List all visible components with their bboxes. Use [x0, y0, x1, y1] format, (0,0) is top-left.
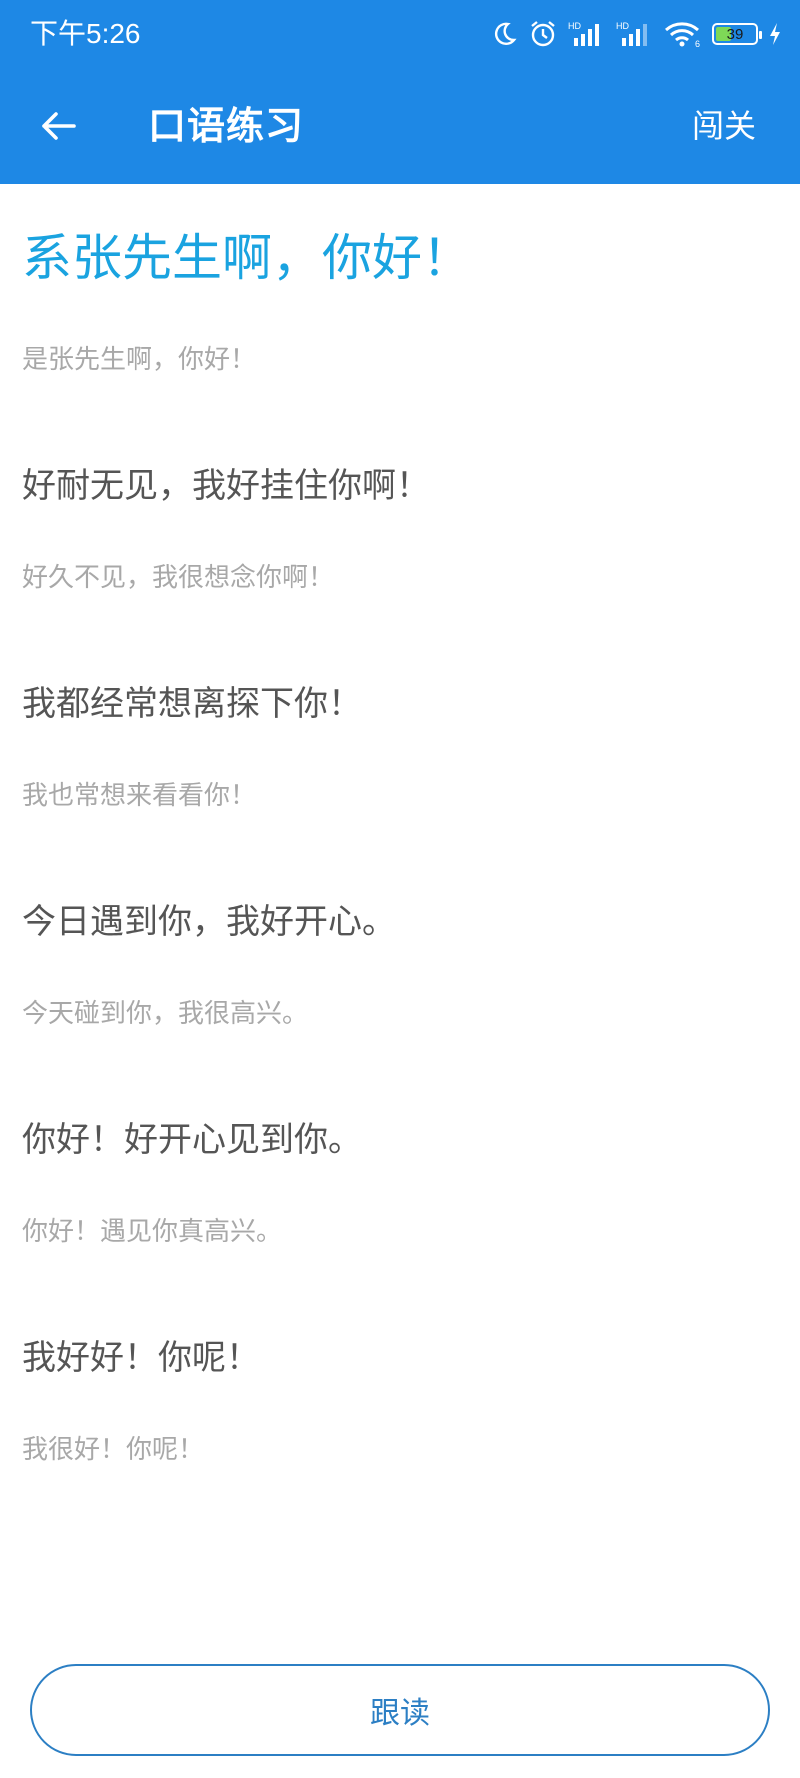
phrase-mandarin: 我很好！你呢！: [22, 1435, 205, 1465]
status-time: 下午5:26: [30, 18, 141, 49]
page-title: 口语练习: [148, 104, 305, 148]
battery-level: 39: [726, 25, 744, 43]
phrase-cantonese: 好耐无见，我好挂住你啊！: [22, 466, 430, 506]
phrase-mandarin: 是张先生啊，你好！: [22, 345, 257, 375]
phrase-mandarin: 我也常想来看看你！: [22, 781, 257, 811]
follow-read-label: 跟读: [370, 1696, 430, 1731]
hd-signal-icon: HD: [616, 20, 654, 48]
follow-read-button[interactable]: 跟读: [30, 1664, 770, 1756]
phrase-item[interactable]: 系张先生啊，你好！ 是张先生啊，你好！: [22, 184, 778, 378]
charging-icon: [768, 22, 782, 46]
phrase-cantonese: 系张先生啊，你好！: [22, 229, 472, 287]
phrase-cantonese: 我都经常想离探下你！: [22, 684, 362, 724]
wifi-badge: 6: [695, 39, 700, 48]
arrow-left-icon: [42, 112, 76, 140]
phrase-mandarin: 你好！遇见你真高兴。: [22, 1217, 283, 1247]
phrase-item[interactable]: 今日遇到你，我好开心。 今天碰到你，我很高兴。: [22, 900, 778, 1032]
phrase-item[interactable]: 我都经常想离探下你！ 我也常想来看看你！: [22, 682, 778, 814]
status-bar: 下午5:26 HD HD 6 39: [0, 0, 800, 68]
phrase-mandarin: 好久不见，我很想念你啊！: [22, 563, 335, 593]
phrase-item[interactable]: 你好！好开心见到你。 你好！遇见你真高兴。: [22, 1118, 778, 1250]
phrase-list: 系张先生啊，你好！ 是张先生啊，你好！ 好耐无见，我好挂住你啊！ 好久不见，我很…: [22, 184, 778, 1468]
app-bar: 口语练习 闯关: [0, 68, 800, 184]
phrase-cantonese: 我好好！你呢！: [22, 1338, 260, 1378]
hd-label: HD: [568, 21, 581, 31]
hd-signal-icon: HD: [568, 20, 606, 48]
status-icons: HD HD 6 39: [490, 14, 782, 54]
phrase-item[interactable]: 好耐无见，我好挂住你啊！ 好久不见，我很想念你啊！: [22, 464, 778, 596]
moon-icon: [490, 20, 518, 48]
back-button[interactable]: [30, 98, 86, 154]
battery-icon: 39: [712, 23, 762, 45]
phrase-cantonese: 你好！好开心见到你。: [22, 1120, 362, 1160]
phrase-item[interactable]: 我好好！你呢！ 我很好！你呢！: [22, 1336, 778, 1468]
alarm-icon: [528, 19, 558, 49]
challenge-button[interactable]: 闯关: [692, 102, 756, 150]
phrase-cantonese: 今日遇到你，我好开心。: [22, 902, 396, 942]
wifi-icon: 6: [664, 20, 702, 48]
hd-label: HD: [616, 21, 629, 31]
phrase-mandarin: 今天碰到你，我很高兴。: [22, 999, 309, 1029]
